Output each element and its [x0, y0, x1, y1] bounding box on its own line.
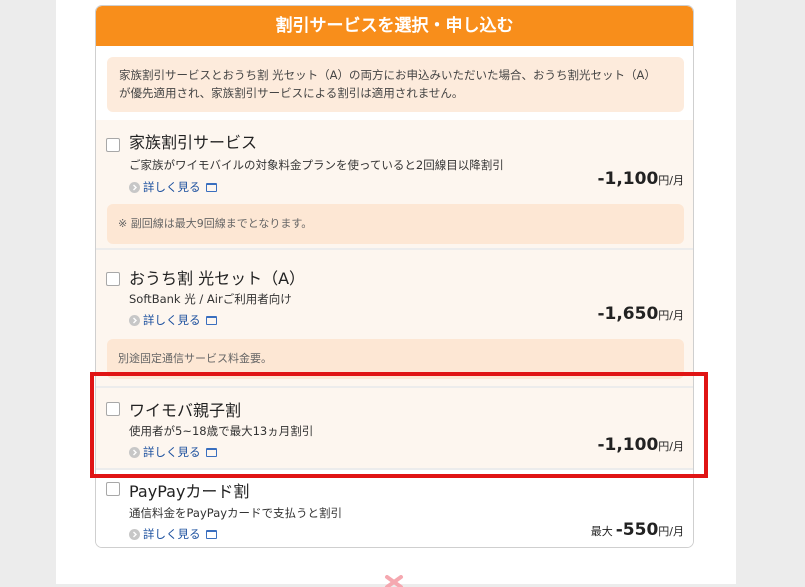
service-note: ※ 副回線は最大9回線までとなります。: [107, 204, 684, 244]
service-description: ご家族がワイモバイルの対象料金プランを使っていると2回線目以降割引: [129, 158, 504, 172]
price: -1,100円/月: [597, 169, 684, 189]
priority-notice: 家族割引サービスとおうち割 光セット（A）の両方にお申込みいただいた場合、おうち…: [107, 57, 684, 112]
panel-header: 割引サービスを選択・申し込む: [96, 6, 693, 46]
chevron-right-icon: [129, 528, 140, 540]
discount-service-panel: 割引サービスを選択・申し込む 家族割引サービスとおうち割 光セット（A）の両方に…: [95, 5, 694, 548]
details-link-label: 詳しく見る: [143, 180, 201, 194]
new-window-icon: [205, 182, 217, 192]
new-window-icon: [205, 315, 217, 325]
notice-line-1: 家族割引サービスとおうち割 光セット（A）の両方にお申込みいただいた場合、おうち…: [119, 68, 656, 82]
notice-line-2: が優先適用され、家族割引サービスによる割引は適用されません。: [119, 86, 464, 100]
details-link[interactable]: 詳しく見る: [129, 312, 217, 328]
details-link-label: 詳しく見る: [143, 445, 201, 459]
price-unit: 円/月: [658, 525, 684, 538]
new-window-icon: [205, 529, 217, 539]
price-prefix: 最大: [590, 525, 613, 538]
price-amount: -1,100: [597, 169, 659, 189]
service-title: ワイモバ親子割: [129, 401, 242, 420]
price-amount: -550: [615, 520, 659, 540]
new-window-icon: [205, 447, 217, 457]
service-ymobile-oyako-wari: ワイモバ親子割 使用者が5~18歳で最大13ヵ月割引 詳しく見る -1,100円…: [96, 388, 693, 468]
service-title: おうち割 光セット（A）: [129, 269, 306, 288]
service-title: 家族割引サービス: [129, 133, 258, 152]
chevron-right-icon: [129, 314, 140, 326]
close-icon: [385, 575, 403, 587]
details-link[interactable]: 詳しく見る: [129, 526, 217, 542]
price: -1,100円/月: [597, 435, 684, 455]
service-paypay-card-wari: PayPayカード割 通信料金をPayPayカードで支払うと割引 詳しく見る 最…: [96, 470, 693, 547]
price-unit: 円/月: [658, 174, 684, 187]
details-link-label: 詳しく見る: [143, 527, 201, 541]
price: -1,650円/月: [597, 304, 684, 324]
price-unit: 円/月: [658, 309, 684, 322]
service-title: PayPayカード割: [129, 482, 250, 501]
chevron-right-icon: [129, 446, 140, 458]
price-amount: -1,100: [597, 435, 659, 455]
service-note: 別途固定通信サービス料金要。: [107, 339, 684, 379]
price-unit: 円/月: [658, 440, 684, 453]
price: 最大 -550円/月: [591, 520, 684, 540]
price-amount: -1,650: [597, 304, 659, 324]
details-link[interactable]: 詳しく見る: [129, 444, 217, 460]
service-description: 通信料金をPayPayカードで支払うと割引: [129, 506, 343, 520]
service-description: 使用者が5~18歳で最大13ヵ月割引: [129, 424, 314, 438]
chevron-right-icon: [129, 181, 140, 193]
service-family-discount: 家族割引サービス ご家族がワイモバイルの対象料金プランを使っていると2回線目以降…: [96, 120, 693, 248]
details-link[interactable]: 詳しく見る: [129, 179, 217, 195]
ouchiwari-checkbox[interactable]: [106, 272, 120, 286]
paypay-card-checkbox[interactable]: [106, 482, 120, 496]
details-link-label: 詳しく見る: [143, 313, 201, 327]
family-discount-checkbox[interactable]: [106, 138, 120, 152]
oyako-wari-checkbox[interactable]: [106, 402, 120, 416]
service-ouchiwari-hikari: おうち割 光セット（A） SoftBank 光 / Airご利用者向け 詳しく見…: [96, 250, 693, 386]
service-description: SoftBank 光 / Airご利用者向け: [129, 292, 292, 306]
